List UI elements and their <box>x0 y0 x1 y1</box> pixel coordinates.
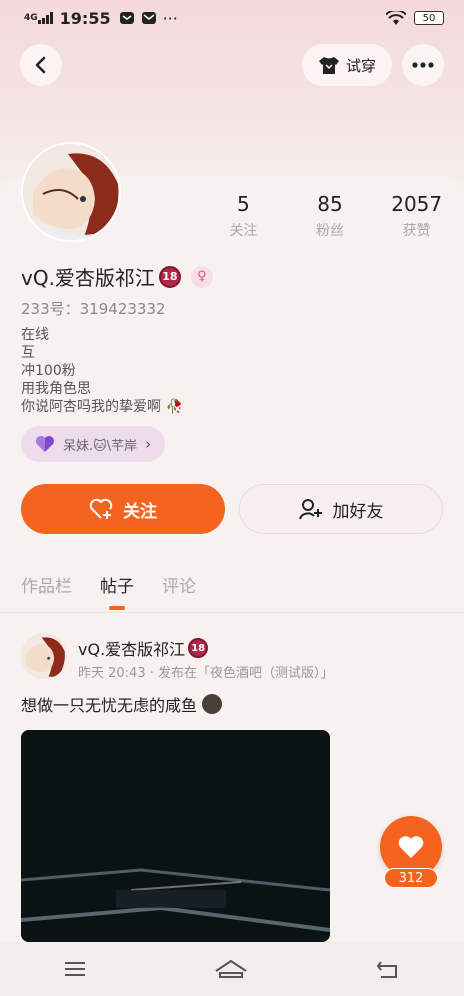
mail-icon <box>141 12 156 24</box>
more-button[interactable] <box>402 44 444 86</box>
level-badge: 18 <box>188 638 209 658</box>
heart-icon <box>36 436 54 452</box>
bio: 在线 互 冲100粉 用我角色思 你说阿杏吗我的挚爱啊 🥀 <box>21 326 183 416</box>
cp-label: 呆妹.🐱\芊岸 <box>63 438 138 454</box>
stat-likes-label: 获赞 <box>402 223 431 239</box>
post-author-avatar[interactable] <box>21 633 67 679</box>
chevron-right-icon: › <box>145 435 152 453</box>
username-text: vQ.爱杏版祁江 <box>21 266 155 290</box>
bio-line: 互 <box>21 345 35 361</box>
try-on-label: 试穿 <box>345 56 376 75</box>
tabs-divider <box>0 612 464 613</box>
tab-posts[interactable]: 帖子 <box>100 572 134 610</box>
stat-likes-count: 2057 <box>391 192 443 216</box>
post-text: 想做一只无忧无虑的咸鱼 <box>21 696 198 715</box>
level-badge: 18 <box>158 265 181 288</box>
add-friend-button[interactable]: 加好友 <box>239 484 443 534</box>
home-icon[interactable] <box>214 959 248 979</box>
post-meta[interactable]: 昨天 20:43 · 发布在「夜色酒吧（测试版）」 <box>78 662 334 681</box>
bio-line: 在线 <box>21 327 49 343</box>
network-label: 4G <box>24 12 38 23</box>
avatar-image <box>21 633 67 679</box>
back-nav-icon[interactable] <box>376 959 400 979</box>
rose-icon: 🥀 <box>165 399 183 415</box>
bio-line: 冲100粉 <box>21 363 76 379</box>
system-nav-bar <box>0 942 464 996</box>
wifi-icon <box>386 10 406 25</box>
battery-indicator: 50 <box>414 11 444 25</box>
cp-relation-tag[interactable]: 呆妹.🐱\芊岸 › <box>21 426 166 462</box>
uid-value: 319423332 <box>79 300 166 318</box>
like-count: 312 <box>384 868 438 888</box>
stat-followers-count: 85 <box>317 192 343 216</box>
avatar-image <box>23 144 119 240</box>
post-author-name: vQ.爱杏版祁江 <box>78 640 186 659</box>
follow-label: 关注 <box>123 501 157 522</box>
stat-followers[interactable]: 85 粉丝 <box>287 192 374 240</box>
bio-line: 你说阿杏吗我的挚爱啊 <box>21 399 161 415</box>
follow-button[interactable]: 关注 <box>21 484 225 534</box>
post-text-row[interactable]: 想做一只无忧无虑的咸鱼 <box>21 692 223 716</box>
add-user-icon <box>298 499 322 520</box>
female-icon: ♀ <box>190 265 213 288</box>
more-dots-icon <box>412 62 434 68</box>
profile-username: vQ.爱杏版祁江 18 ♀ <box>21 262 213 291</box>
post-image-content <box>21 730 330 942</box>
bio-line: 用我角色思 <box>21 381 91 397</box>
stat-following-count: 5 <box>236 192 250 216</box>
status-bar: 4G 19:55 ··· 50 <box>0 0 464 36</box>
stat-followers-label: 粉丝 <box>316 223 344 239</box>
profile-stats: 5 关注 85 粉丝 2057 获赞 <box>200 192 460 240</box>
try-on-button[interactable]: 试穿 <box>302 44 392 86</box>
add-friend-label: 加好友 <box>332 501 384 522</box>
tab-works[interactable]: 作品栏 <box>21 572 72 597</box>
signal-icon <box>37 12 53 24</box>
shirt-icon <box>318 57 339 74</box>
stat-following[interactable]: 5 关注 <box>200 192 287 240</box>
clock: 19:55 <box>59 8 111 28</box>
emoji-icon <box>202 694 223 714</box>
user-id: 233号：319423332 <box>21 298 166 319</box>
more-status-icon: ··· <box>162 8 178 28</box>
back-button[interactable] <box>20 44 62 86</box>
heart-icon <box>398 836 424 858</box>
post-author[interactable]: vQ.爱杏版祁江 18 <box>78 636 209 660</box>
profile-tabs: 作品栏 帖子 评论 <box>21 572 196 610</box>
stat-likes[interactable]: 2057 获赞 <box>373 192 460 240</box>
avatar[interactable] <box>21 142 121 242</box>
tab-comments[interactable]: 评论 <box>162 572 196 597</box>
bio-line-last: 你说阿杏吗我的挚爱啊 🥀 <box>21 398 183 416</box>
menu-icon[interactable] <box>64 961 86 977</box>
notification-icon <box>119 12 134 24</box>
heart-plus-icon <box>89 498 113 519</box>
chevron-left-icon <box>35 56 46 74</box>
uid-label: 233号： <box>21 300 80 318</box>
post-image[interactable] <box>21 730 330 942</box>
stat-following-label: 关注 <box>229 223 258 239</box>
